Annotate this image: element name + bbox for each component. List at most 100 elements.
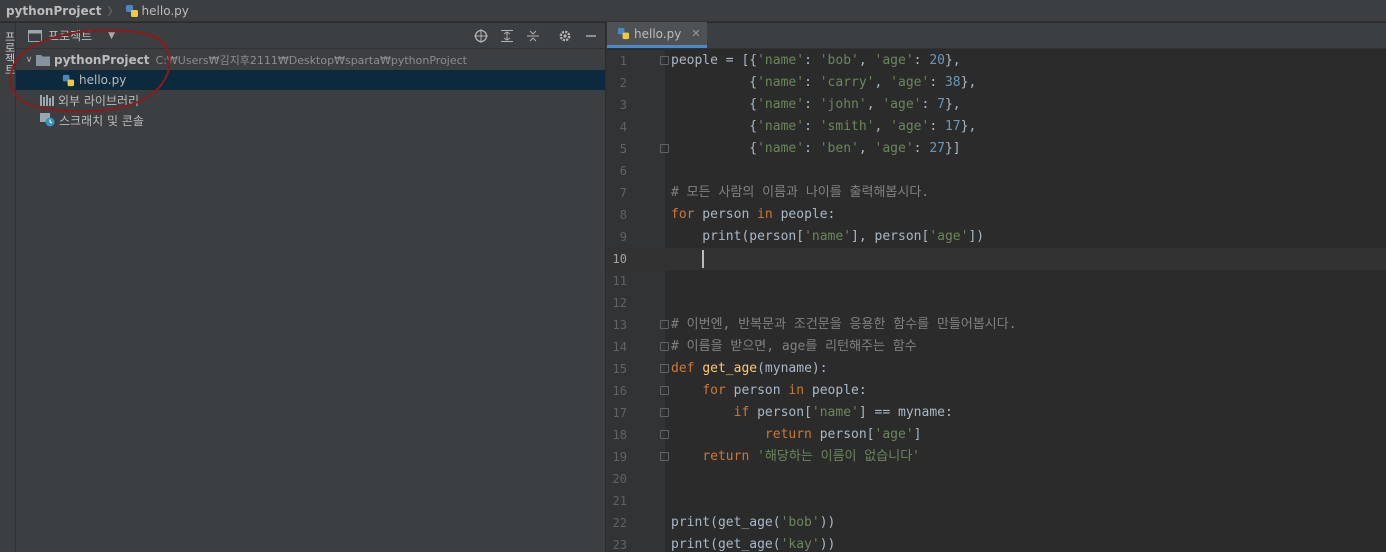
tree-file-hello[interactable]: hello.py — [16, 70, 605, 90]
code-token: 'bob' — [819, 53, 859, 68]
locate-target-icon[interactable] — [473, 28, 489, 44]
breadcrumb-file-label: hello.py — [141, 3, 189, 18]
fold-marker-icon[interactable] — [660, 342, 669, 351]
code-line[interactable]: 3 {'name': 'john', 'age': 7}, — [607, 94, 1386, 116]
code-token: 'smith' — [819, 119, 875, 134]
code-line[interactable]: 9 print(person['name'], person['age']) — [607, 226, 1386, 248]
code-token: 'age' — [890, 75, 930, 90]
tree-external-libraries-label: 외부 라이브러리 — [58, 93, 140, 108]
code-token: 'name' — [757, 97, 805, 112]
code-line[interactable]: 6 — [607, 160, 1386, 182]
code-token: person[ — [811, 427, 875, 442]
code-area[interactable]: 1 people = [{'name': 'bob', 'age': 20}, 2 … — [607, 50, 1386, 552]
code-token: 'name' — [757, 141, 805, 156]
close-icon[interactable]: ✕ — [691, 27, 700, 40]
line-number: 8 — [619, 208, 627, 222]
code-token: }, — [960, 75, 977, 90]
code-line[interactable]: 8 for person in people: — [607, 204, 1386, 226]
gear-icon[interactable] — [557, 28, 573, 44]
code-token: # 이름을 받으면, age를 리턴해주는 함수 — [671, 339, 917, 354]
fold-marker-icon[interactable] — [660, 430, 669, 439]
code-token: for — [671, 207, 695, 222]
tool-strip-project-button[interactable]: 프로젝트 — [1, 31, 17, 75]
code-token: people: — [804, 383, 867, 398]
code-line[interactable]: 20 — [607, 468, 1386, 490]
code-line[interactable]: 14 # 이름을 받으면, age를 리턴해주는 함수 — [607, 336, 1386, 358]
editor-tab-bar: hello.py ✕ — [607, 22, 1386, 49]
code-line[interactable]: 7 # 모든 사람의 이름과 나이를 출력해봅시다. — [607, 182, 1386, 204]
code-token: # 이번엔, 반복문과 조건문을 응용한 함수를 만들어봅시다. — [671, 317, 1017, 332]
fold-marker-icon[interactable] — [660, 320, 669, 329]
chevron-down-icon[interactable]: ∨ — [22, 55, 36, 65]
code-line[interactable]: 10 — [607, 248, 1386, 270]
code-line[interactable]: 12 — [607, 292, 1386, 314]
code-token: print(get_age( — [671, 537, 781, 552]
line-number: 23 — [612, 538, 627, 552]
folder-icon — [36, 55, 50, 66]
code-line[interactable]: 15 def get_age(myname): — [607, 358, 1386, 380]
code-token: people: — [772, 207, 836, 222]
code-line[interactable]: 21 — [607, 490, 1386, 512]
code-line[interactable]: 1 people = [{'name': 'bob', 'age': 20}, — [607, 50, 1386, 72]
project-view-selector[interactable]: 프로젝트 ▼ — [28, 27, 115, 44]
code-token: return — [764, 427, 812, 442]
fold-marker-icon[interactable] — [660, 408, 669, 417]
tree-scratches[interactable]: 스크래치 및 콘솔 — [16, 110, 605, 130]
code-line[interactable]: 5 {'name': 'ben', 'age': 27}] — [607, 138, 1386, 160]
breadcrumb-file[interactable]: hello.py — [125, 4, 189, 18]
code-token: , — [858, 141, 875, 156]
code-token: 'age' — [874, 53, 914, 68]
fold-marker-icon[interactable] — [660, 364, 669, 373]
fold-marker-icon[interactable] — [660, 386, 669, 395]
code-text: # 이번엔, 반복문과 조건문을 응용한 함수를 만들어봅시다. — [671, 314, 1017, 336]
tab-hello-py[interactable]: hello.py ✕ — [607, 22, 707, 48]
code-token: { — [671, 75, 758, 90]
line-number: 18 — [612, 428, 627, 442]
code-token: 'age' — [882, 97, 922, 112]
minimize-icon[interactable] — [583, 28, 599, 44]
code-token: 27 — [929, 141, 945, 156]
code-line[interactable]: 2 {'name': 'carry', 'age': 38}, — [607, 72, 1386, 94]
code-line[interactable]: 22 print(get_age('bob')) — [607, 512, 1386, 534]
code-token: in — [788, 383, 805, 398]
code-token: 'age' — [929, 229, 969, 244]
code-token: , — [866, 97, 883, 112]
line-number: 20 — [612, 472, 627, 486]
code-token: print(get_age( — [671, 515, 781, 530]
tree-root-project[interactable]: ∨ pythonProject C:₩Users₩김지후2111₩Desktop… — [16, 50, 605, 70]
code-token: : — [804, 53, 820, 68]
fold-marker-icon[interactable] — [660, 452, 669, 461]
fold-marker-icon[interactable] — [660, 56, 669, 65]
code-line[interactable]: 23 print(get_age('kay')) — [607, 534, 1386, 552]
code-token: : — [804, 75, 820, 90]
project-panel-header: 프로젝트 ▼ — [16, 23, 605, 49]
code-line[interactable]: 18 return person['age'] — [607, 424, 1386, 446]
expand-all-icon[interactable] — [499, 28, 515, 44]
code-token: 'age' — [874, 141, 914, 156]
code-text: def get_age(myname): — [671, 358, 828, 380]
code-line[interactable]: 16 for person in people: — [607, 380, 1386, 402]
code-token: 'ben' — [819, 141, 859, 156]
code-line[interactable]: 17 if person['name'] == myname: — [607, 402, 1386, 424]
code-token: 'age' — [890, 119, 930, 134]
code-token: people = [{ — [671, 53, 758, 68]
tree-external-libraries[interactable]: 외부 라이브러리 — [16, 90, 605, 110]
code-line[interactable]: 11 — [607, 270, 1386, 292]
code-token: 'kay' — [780, 537, 820, 552]
code-token: # 모든 사람의 이름과 나이를 출력해봅시다. — [671, 185, 930, 200]
collapse-all-icon[interactable] — [525, 28, 541, 44]
code-line[interactable]: 4 {'name': 'smith', 'age': 17}, — [607, 116, 1386, 138]
fold-marker-icon[interactable] — [660, 144, 669, 153]
code-token: person[ — [749, 405, 812, 420]
code-token: { — [671, 97, 758, 112]
project-view-icon — [28, 29, 42, 42]
code-line[interactable]: 13 # 이번엔, 반복문과 조건문을 응용한 함수를 만들어봅시다. — [607, 314, 1386, 336]
code-token: , — [858, 53, 875, 68]
code-token: if — [733, 405, 750, 420]
breadcrumb-project[interactable]: pythonProject — [6, 4, 102, 18]
code-token: '해당하는 이름이 없습니다' — [757, 449, 920, 464]
code-token: ], person[ — [851, 229, 930, 244]
code-line[interactable]: 19 return '해당하는 이름이 없습니다' — [607, 446, 1386, 468]
tree-scratches-label: 스크래치 및 콘솔 — [59, 113, 144, 128]
